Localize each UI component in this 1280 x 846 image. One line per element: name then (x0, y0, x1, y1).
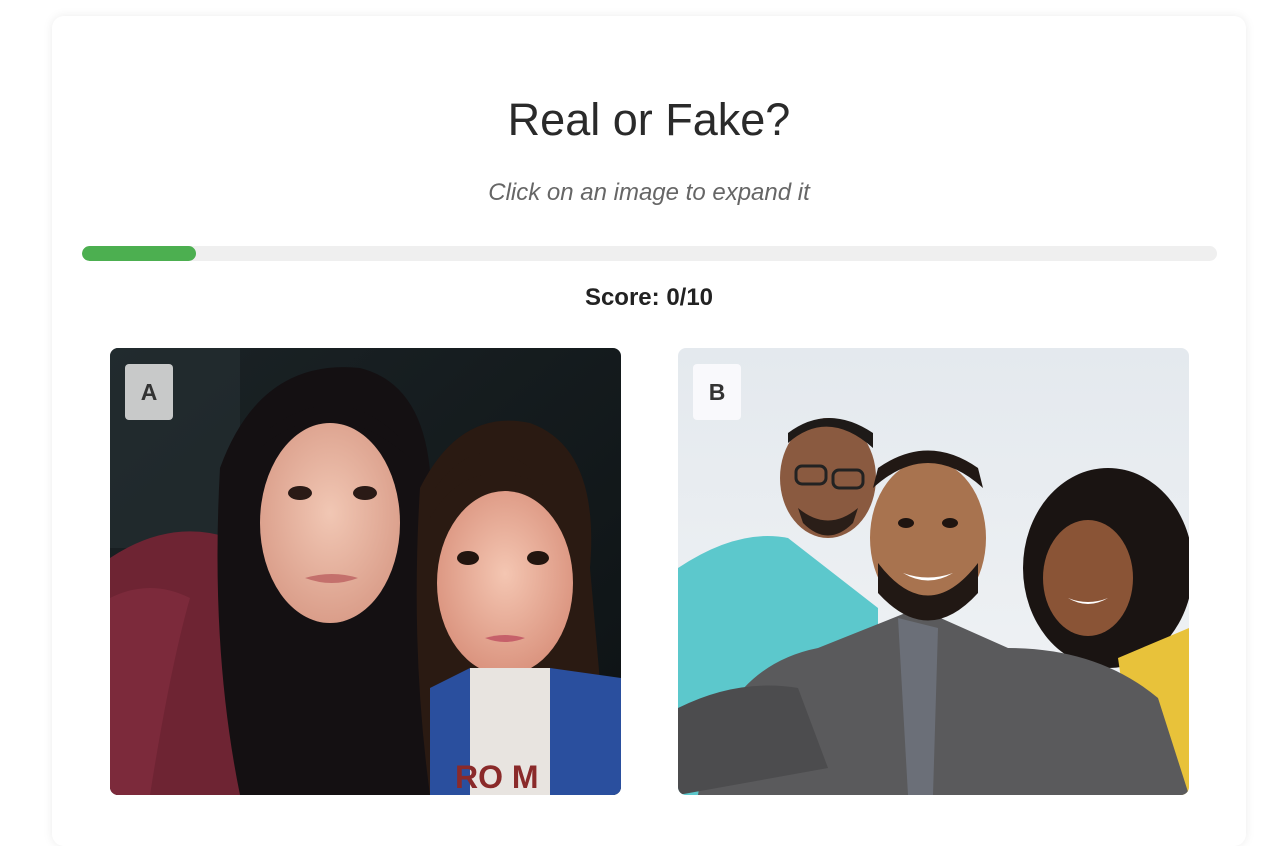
score-display: Score: 0/10 (584, 284, 714, 311)
image-option-a[interactable]: RO M A (110, 348, 621, 795)
game-card: Real or Fake? Click on an image to expan… (52, 16, 1246, 846)
svg-text:RO M: RO M (455, 759, 539, 795)
progress-bar-fill (82, 246, 196, 261)
instruction-text: Click on an image to expand it (488, 179, 810, 206)
page-title: Real or Fake? (507, 94, 791, 145)
progress-bar (82, 246, 1217, 261)
image-a-photo: RO M (110, 348, 621, 795)
image-option-b[interactable]: B (678, 348, 1189, 795)
image-a-label: A (125, 364, 173, 420)
image-b-label: B (693, 364, 741, 420)
image-b-photo (678, 348, 1189, 795)
